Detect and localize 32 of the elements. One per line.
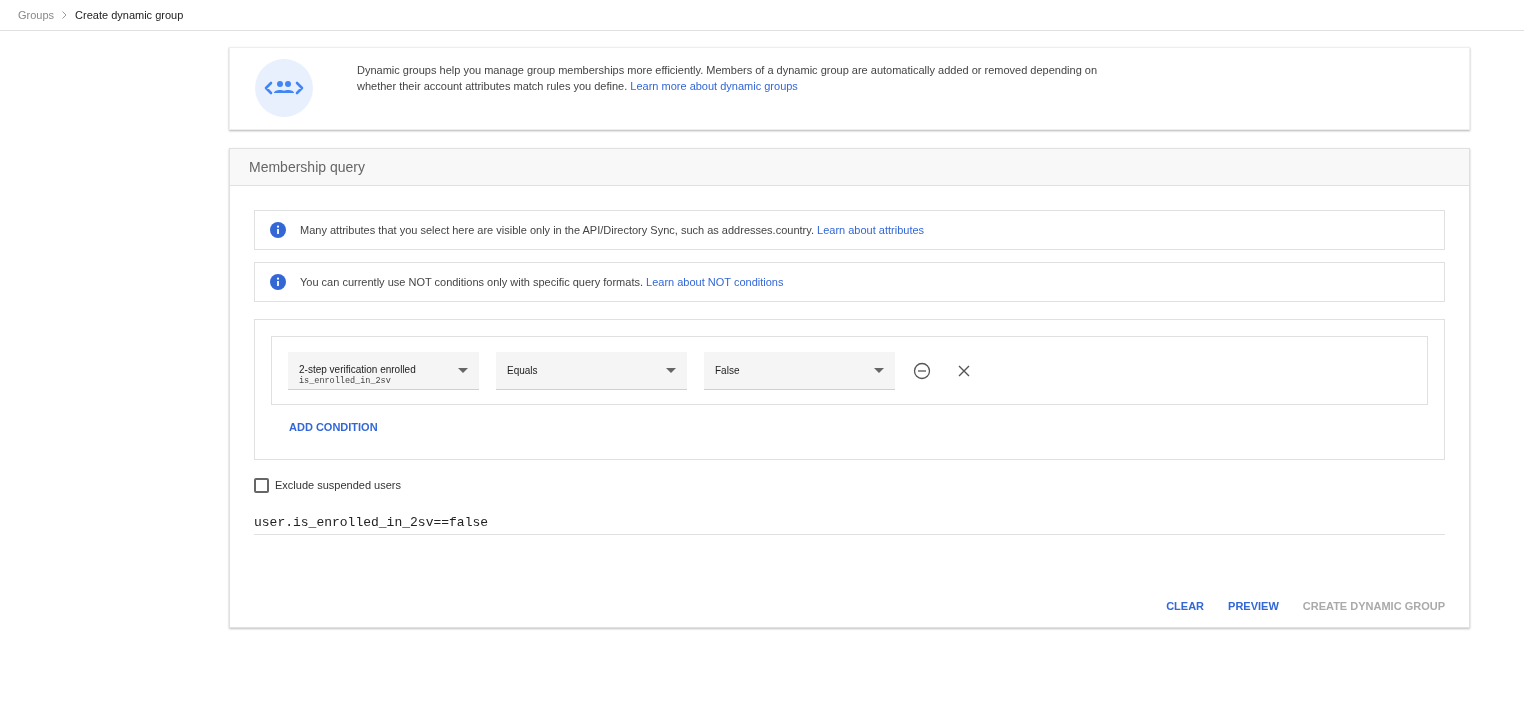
query-field[interactable]: user.is_enrolled_in_2sv==false [254, 512, 1445, 535]
dropdown-select[interactable]: 2-step verification enrolled is_enrolled_in_2sv [288, 351, 479, 390]
notice-text: Many attributes that you select here are visible only in the API/Directory Sync, such as addresses.country. Learn about attributes [300, 222, 925, 238]
breadcrumb-item: Create dynamic group [75, 7, 184, 23]
notice-text: You can currently use NOT conditions only with specific query formats. Learn about NOT conditions [300, 274, 784, 290]
learn-more-link[interactable]: Learn more about dynamic groups [630, 80, 798, 92]
notice-link[interactable]: Learn about NOT conditions [646, 275, 784, 288]
add-condition-button[interactable]: ADD CONDITION [289, 419, 378, 436]
attribute-key: is_enrolled_in_2sv [299, 375, 416, 387]
checkbox[interactable] [254, 477, 269, 493]
caret-icon [458, 367, 468, 373]
info-icon [270, 274, 286, 290]
card-title: Membership query [249, 157, 365, 177]
operator-value: Equals [507, 363, 538, 378]
caret-icon [666, 367, 676, 373]
value-value: False [715, 363, 740, 378]
checkbox-label: Exclude suspended users [275, 478, 401, 493]
close-icon[interactable] [958, 364, 970, 377]
action-button[interactable]: PREVIEW [1220, 594, 1287, 619]
breadcrumb-item[interactable]: Groups [18, 6, 55, 24]
dynamic-group-icon [255, 59, 313, 117]
action-button[interactable]: CLEAR [1158, 594, 1213, 619]
remove-circle-icon[interactable] [913, 361, 931, 380]
dropdown-select[interactable]: False [704, 351, 895, 390]
intro-text: Dynamic groups help you manage group memberships more efficiently. Members of a dynamic group are automatically added or removed depending on whether their account attributes match rules you define. Learn more about dynamic groups [357, 63, 1099, 94]
info-icon [270, 222, 286, 238]
notice-link[interactable]: Learn about attributes [817, 223, 925, 236]
attribute-label: 2-step verification enrolled [299, 363, 416, 376]
exclude-suspended-checkbox[interactable]: Exclude suspended users [254, 477, 1445, 494]
dropdown-select[interactable]: Equals [496, 351, 687, 390]
chevron-right-icon [62, 11, 68, 19]
caret-icon [874, 367, 884, 373]
